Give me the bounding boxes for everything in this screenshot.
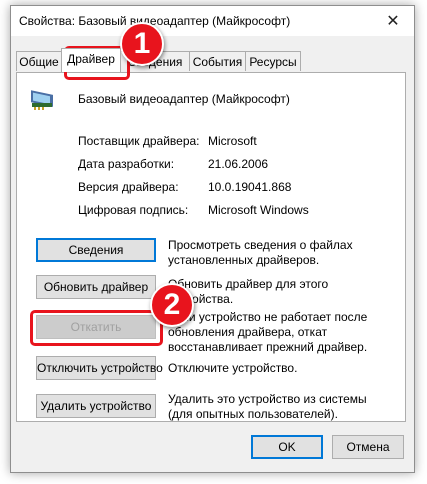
disable-device-button[interactable]: Отключить устройство <box>36 356 163 380</box>
tab-strip: Общие Драйвер Сведения События Ресурсы <box>16 48 406 72</box>
roll-back-highlight <box>30 310 163 346</box>
provider-value: Microsoft <box>208 134 257 148</box>
version-value: 10.0.19041.868 <box>208 180 292 194</box>
cancel-button[interactable]: Отмена <box>332 435 404 459</box>
device-name: Базовый видеоадаптер (Майкрософт) <box>78 92 290 106</box>
step-2-badge: 2 <box>150 283 194 327</box>
disable-device-description: Отключите устройство. <box>168 361 298 375</box>
signature-label: Цифровая подпись: <box>78 203 189 217</box>
title-bar: Свойства: Базовый видеоадаптер (Майкросо… <box>11 6 414 36</box>
date-label: Дата разработки: <box>78 157 175 171</box>
uninstall-device-description: Удалить это устройство из системы (для о… <box>168 392 367 421</box>
date-value: 21.06.2006 <box>208 157 269 171</box>
roll-back-driver-description: Если устройство не работает после обновл… <box>168 310 368 354</box>
step-1-badge: 1 <box>120 22 164 66</box>
uninstall-device-button[interactable]: Удалить устройство <box>36 394 156 418</box>
tab-resources[interactable]: Ресурсы <box>245 51 301 71</box>
driver-details-button[interactable]: Сведения <box>36 238 156 262</box>
ok-button[interactable]: OK <box>251 435 323 459</box>
update-driver-description: Обновить драйвер для этого устройства. <box>168 277 329 306</box>
tab-general[interactable]: Общие <box>16 51 62 71</box>
tab-driver[interactable]: Драйвер <box>61 48 121 72</box>
version-label: Версия драйвера: <box>78 180 179 194</box>
update-driver-button[interactable]: Обновить драйвер <box>36 275 156 299</box>
close-button[interactable]: ✕ <box>372 6 414 36</box>
driver-details-description: Просмотреть сведения о файлах установлен… <box>168 238 353 267</box>
display-adapter-icon <box>31 90 53 110</box>
tab-events[interactable]: События <box>189 51 246 71</box>
signature-value: Microsoft Windows <box>208 203 309 217</box>
provider-label: Поставщик драйвера: <box>78 134 200 148</box>
